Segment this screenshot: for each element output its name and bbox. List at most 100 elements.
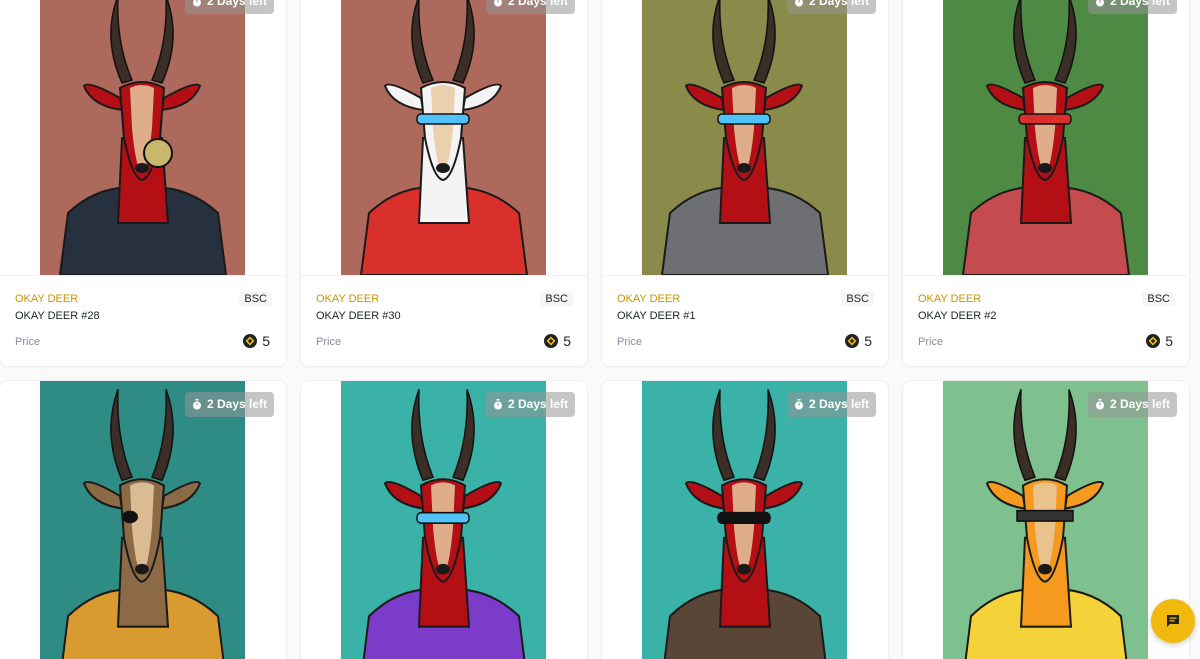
collection-name[interactable]: OKAY DEER [617, 293, 680, 305]
nft-image-area: 2 Days left [301, 0, 587, 275]
countdown-text: 2 Days left [808, 397, 869, 411]
collection-name[interactable]: OKAY DEER [918, 293, 981, 305]
nft-info: OKAY DEER OKAY DEER #2 BSC Price 5 [903, 275, 1189, 366]
deer-artwork [40, 381, 245, 659]
price-label: Price [617, 336, 643, 348]
nft-card[interactable]: 2 Days left [903, 381, 1189, 659]
countdown-text: 2 Days left [507, 0, 568, 8]
nft-image-area: 2 Days left [903, 0, 1189, 275]
countdown-text: 2 Days left [507, 397, 568, 411]
stopwatch-icon [192, 399, 202, 410]
nft-card[interactable]: 2 Days left [301, 381, 587, 659]
deer-nose [436, 563, 450, 575]
nft-image-area: 2 Days left [602, 381, 888, 659]
bnb-coin-icon [243, 334, 258, 348]
nft-card[interactable]: 2 Days left [0, 381, 286, 659]
nft-name: OKAY DEER #28 [15, 310, 100, 322]
deer-nose [135, 163, 149, 173]
countdown-text: 2 Days left [206, 0, 267, 8]
nft-artwork [943, 381, 1148, 659]
deer-artwork [341, 381, 546, 659]
nft-card[interactable]: 2 Days left OKAY DEER OKAY DEER #1 BSC P… [602, 0, 888, 366]
price-amount: 5 [563, 333, 571, 349]
deer-eye-patch [122, 510, 138, 524]
price-label: Price [15, 336, 41, 348]
price-amount: 5 [864, 333, 872, 349]
price-amount: 5 [262, 333, 270, 349]
collection-name[interactable]: OKAY DEER [15, 293, 78, 305]
stopwatch-icon [1095, 0, 1105, 7]
stopwatch-icon [1095, 399, 1105, 410]
nft-name: OKAY DEER #1 [617, 310, 696, 322]
nft-card[interactable]: 2 Days left [602, 381, 888, 659]
deer-eyewear [717, 113, 771, 125]
deer-nose [436, 163, 450, 173]
deer-headband [1016, 509, 1074, 522]
countdown-badge: 2 Days left [1087, 392, 1177, 417]
nft-info: OKAY DEER OKAY DEER #1 BSC Price 5 [602, 275, 888, 366]
price-label: Price [918, 336, 944, 348]
price-value: 5 [544, 333, 571, 349]
deer-nose [737, 563, 751, 575]
countdown-badge: 2 Days left [1087, 0, 1177, 14]
bnb-coin-icon [544, 334, 559, 348]
nft-card-grid: 2 Days left OKAY DEER OKAY DEER #28 BSC … [0, 0, 1200, 659]
deer-artwork [642, 381, 847, 659]
chain-badge: BSC [1142, 292, 1175, 306]
nft-image-area: 2 Days left [301, 381, 587, 659]
stopwatch-icon [493, 399, 503, 410]
stopwatch-icon [794, 399, 804, 410]
price-label: Price [316, 336, 342, 348]
nft-card[interactable]: 2 Days left OKAY DEER OKAY DEER #30 BSC … [301, 0, 587, 366]
deer-gas-mask [143, 138, 173, 168]
stopwatch-icon [794, 0, 804, 7]
nft-card[interactable]: 2 Days left OKAY DEER OKAY DEER #28 BSC … [0, 0, 286, 366]
bnb-coin-icon [1146, 334, 1161, 348]
stopwatch-icon [493, 0, 503, 7]
countdown-badge: 2 Days left [184, 0, 274, 14]
deer-nose [737, 163, 751, 173]
countdown-text: 2 Days left [206, 397, 267, 411]
countdown-badge: 2 Days left [786, 392, 876, 417]
deer-artwork [40, 0, 245, 275]
chain-badge: BSC [540, 292, 573, 306]
countdown-badge: 2 Days left [786, 0, 876, 14]
nft-artwork [40, 381, 245, 659]
deer-eyewear [717, 511, 771, 524]
chat-icon [1165, 613, 1181, 629]
nft-image-area: 2 Days left [0, 0, 286, 275]
nft-image-area: 2 Days left [0, 381, 286, 659]
chain-badge: BSC [841, 292, 874, 306]
countdown-badge: 2 Days left [184, 392, 274, 417]
collection-name[interactable]: OKAY DEER [316, 293, 379, 305]
nft-artwork [642, 0, 847, 275]
nft-artwork [341, 381, 546, 659]
price-value: 5 [243, 333, 270, 349]
nft-image-area: 2 Days left [903, 381, 1189, 659]
nft-artwork [341, 0, 546, 275]
deer-eyewear [416, 113, 470, 125]
price-amount: 5 [1165, 333, 1173, 349]
bnb-coin-icon [845, 334, 860, 348]
countdown-badge: 2 Days left [485, 0, 575, 14]
countdown-text: 2 Days left [1109, 0, 1170, 8]
nft-info: OKAY DEER OKAY DEER #28 BSC Price 5 [0, 275, 286, 366]
countdown-text: 2 Days left [808, 0, 869, 8]
nft-artwork [642, 381, 847, 659]
chat-button[interactable] [1151, 599, 1195, 643]
deer-artwork [943, 0, 1148, 275]
deer-nose [1038, 163, 1052, 173]
nft-name: OKAY DEER #2 [918, 310, 997, 322]
price-value: 5 [1146, 333, 1173, 349]
nft-image-area: 2 Days left [602, 0, 888, 275]
nft-name: OKAY DEER #30 [316, 310, 401, 322]
nft-card[interactable]: 2 Days left OKAY DEER OKAY DEER #2 BSC P… [903, 0, 1189, 366]
stopwatch-icon [192, 0, 202, 7]
nft-artwork [943, 0, 1148, 275]
chain-badge: BSC [239, 292, 272, 306]
deer-nose [1038, 563, 1052, 575]
deer-nose [135, 563, 149, 575]
countdown-badge: 2 Days left [485, 392, 575, 417]
deer-eyewear [416, 511, 470, 524]
nft-info: OKAY DEER OKAY DEER #30 BSC Price 5 [301, 275, 587, 366]
